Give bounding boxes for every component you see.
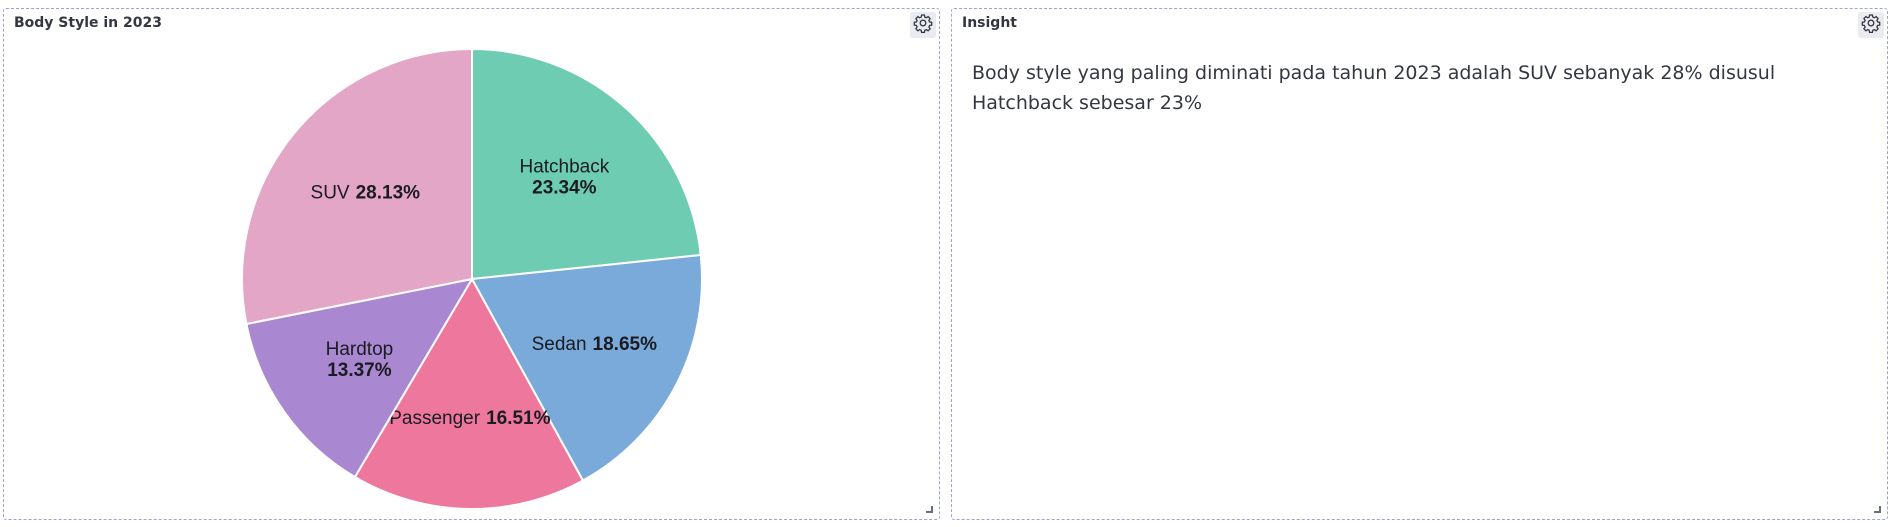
pie-label-name: Sedan [532,334,587,355]
pie-label-hatchback: Hatchback 23.34% [519,156,609,198]
pie-label-value: 23.34% [532,177,597,198]
pie-label-value: 28.13% [356,182,421,203]
pie-label-sedan: Sedan 18.65% [532,334,657,355]
resize-handle-icon[interactable] [1874,506,1881,513]
pie-label-name: Hatchback [519,156,609,177]
pie-label-value: 18.65% [593,334,658,355]
panel-title: Insight [962,15,1017,31]
pie-label-value: 13.37% [327,360,392,381]
pie-label-passenger: Passenger 16.51% [389,408,550,429]
pie-label-value: 16.51% [486,408,551,429]
insight-panel: Insight Body style yang paling diminati … [951,8,1888,520]
pie-label-name: SUV [311,182,350,203]
pie-label-name: Passenger [389,408,481,429]
panel-settings-button[interactable] [1858,12,1884,38]
pie-label-suv: SUV 28.13% [311,182,421,203]
chart-panel: Body Style in 2023 Hatchback 23.34% Sedan 1… [3,8,940,520]
gear-icon [1861,13,1881,37]
pie-chart: Hatchback 23.34% Sedan 18.65% Passenger 16.51… [241,47,703,510]
pie-label-hardtop: Hardtop 13.37% [326,339,394,381]
pie-label-name: Hardtop [326,339,394,360]
resize-handle-icon[interactable] [926,506,933,513]
insight-text: Body style yang paling diminati pada tah… [972,62,1776,114]
